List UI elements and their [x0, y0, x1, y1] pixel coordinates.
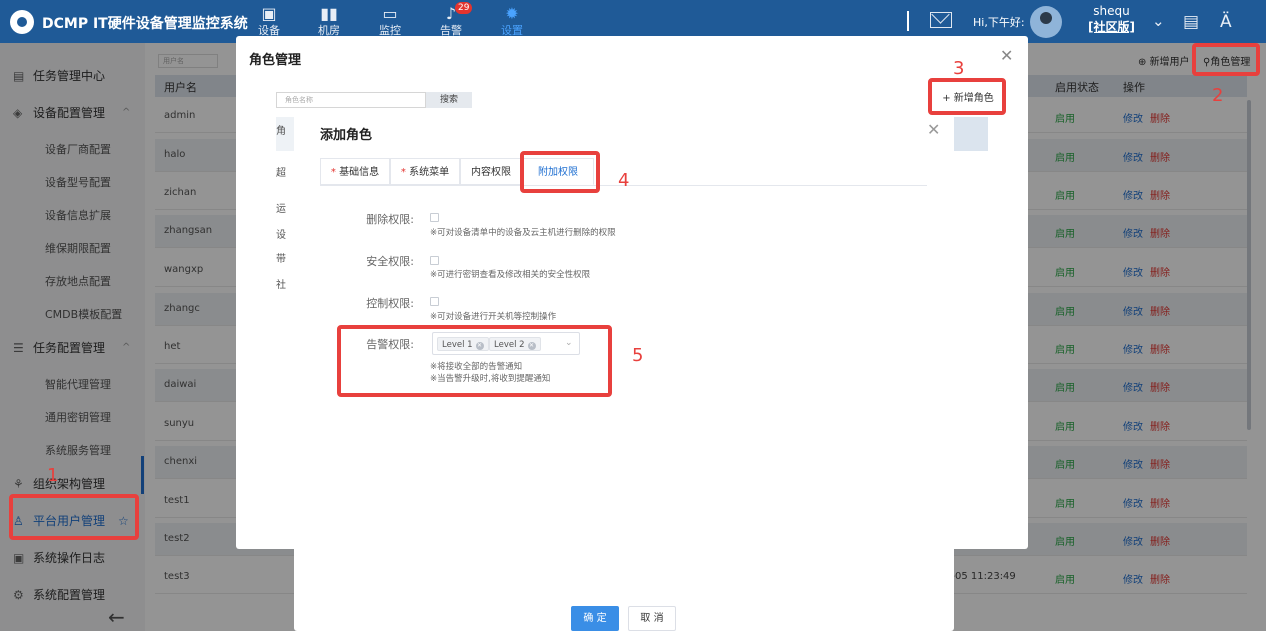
- tab-label: 内容权限: [471, 167, 511, 178]
- highlight-box-2: [1192, 43, 1260, 76]
- gear-icon: ✹: [505, 4, 519, 23]
- monitor-icon: ▭: [382, 4, 398, 23]
- role-row-char: 超: [276, 168, 286, 179]
- app-logo-icon: [10, 10, 34, 34]
- alarm-count-badge: 29: [455, 2, 473, 14]
- role-row-char: 角: [276, 126, 286, 137]
- nav-monitor[interactable]: ▭ 监控: [366, 4, 414, 40]
- nav-alarms[interactable]: ♪ 29 告警: [427, 2, 475, 40]
- edition-label: [社区版]: [1088, 20, 1135, 34]
- delete-permission-checkbox[interactable]: [430, 213, 439, 222]
- role-search-input[interactable]: 角色名称: [276, 92, 426, 108]
- avatar[interactable]: [1030, 6, 1062, 38]
- highlight-box-3: [928, 78, 1006, 115]
- security-permission-hint: ※可进行密钥查看及修改相关的安全性权限: [430, 270, 591, 280]
- username: shequ: [1093, 4, 1130, 18]
- annotation-number: 1: [47, 465, 59, 486]
- confirm-button[interactable]: 确 定: [571, 606, 619, 631]
- delete-permission-hint: ※可对设备清单中的设备及云主机进行删除的权限: [430, 228, 616, 238]
- bar-chart-icon: ▮▮: [320, 4, 338, 23]
- clipboard-icon[interactable]: ▤: [1183, 12, 1199, 32]
- tab-label: 基础信息: [339, 167, 380, 178]
- security-permission-label: 安全权限:: [366, 255, 414, 268]
- control-permission-hint: ※可对设备进行开关机等控制操作: [430, 312, 557, 322]
- role-row-char: 设: [276, 230, 286, 241]
- cancel-button[interactable]: 取 消: [628, 606, 676, 631]
- required-mark: *: [330, 167, 340, 178]
- tab-system-menu[interactable]: * 系统菜单: [390, 158, 460, 185]
- mail-icon[interactable]: [930, 12, 952, 28]
- highlight-box-4: [520, 151, 600, 193]
- annotation-number: 2: [1212, 85, 1224, 106]
- annotation-number: 5: [632, 345, 644, 366]
- dialog-title: 角色管理: [249, 53, 302, 68]
- chevron-down-icon[interactable]: ⌄: [1152, 12, 1165, 30]
- dialog-title: 添加角色: [320, 128, 373, 143]
- tab-label: 系统菜单: [409, 167, 450, 178]
- role-row-char: 运: [276, 204, 286, 215]
- tab-content-permission[interactable]: 内容权限: [460, 158, 522, 185]
- control-permission-checkbox[interactable]: [430, 297, 439, 306]
- highlight-box-5: [337, 325, 612, 397]
- greeting: Hi,下午好:: [973, 16, 1025, 29]
- annotation-number: 3: [953, 58, 965, 79]
- required-mark: *: [400, 167, 410, 178]
- close-icon[interactable]: ✕: [927, 120, 940, 139]
- tab-basic-info[interactable]: * 基础信息: [320, 158, 390, 185]
- security-permission-checkbox[interactable]: [430, 256, 439, 265]
- delete-permission-label: 删除权限:: [366, 213, 414, 226]
- user-info[interactable]: shequ [社区版]: [1088, 3, 1135, 35]
- search-button[interactable]: 搜索: [426, 92, 472, 108]
- briefcase-icon: ▣: [261, 4, 277, 23]
- divider: [907, 11, 909, 31]
- nav-devices[interactable]: ▣ 设备: [245, 4, 293, 40]
- role-table-header-highlight: [952, 117, 988, 151]
- role-row-char: 社: [276, 280, 286, 291]
- role-row-char: 带: [276, 254, 286, 265]
- app-title: DCMP IT硬件设备管理监控系统: [42, 16, 248, 32]
- nav-rooms[interactable]: ▮▮ 机房: [305, 4, 353, 40]
- close-icon[interactable]: ✕: [1000, 46, 1013, 65]
- annotation-number: 4: [618, 170, 630, 191]
- control-permission-label: 控制权限:: [366, 297, 414, 310]
- translate-icon[interactable]: Ä: [1220, 12, 1232, 32]
- highlight-box-1: [9, 494, 139, 540]
- nav-settings[interactable]: ✹ 设置: [488, 4, 536, 40]
